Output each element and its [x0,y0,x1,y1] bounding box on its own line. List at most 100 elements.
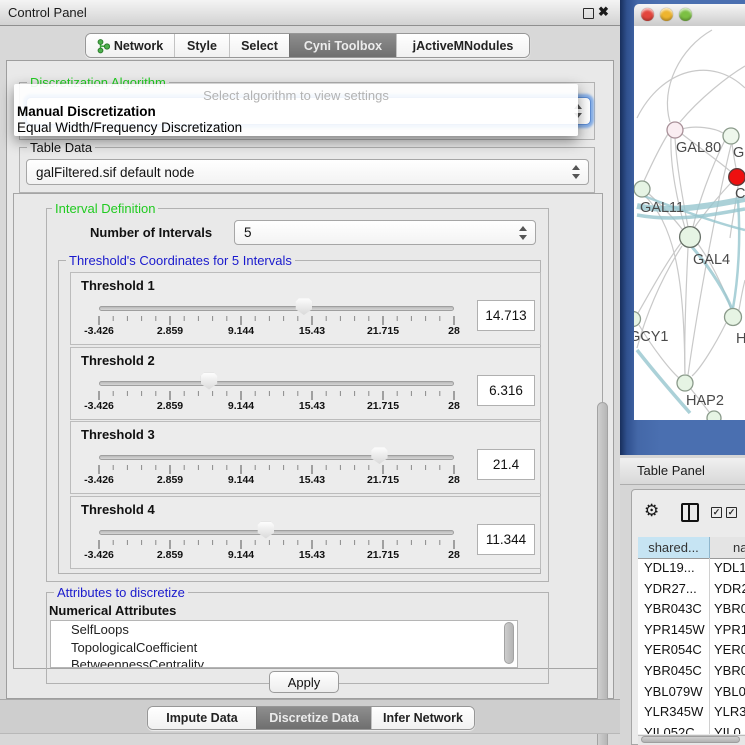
table-row[interactable]: YDR27...YDR2 [638,579,745,600]
cyni-toolbox-panel: Discretization Algorithm Table Data galF… [6,60,614,699]
table-data-combo[interactable]: galFiltered.sif default node [26,159,589,185]
threshold-label: Threshold 2 [81,353,155,368]
network-edge [692,323,726,376]
tab-jactivemnodules[interactable]: jActiveMNodules [396,34,529,57]
table-header-row: shared... na [638,537,745,559]
network-node[interactable] [677,375,693,391]
table-row[interactable]: YPR145WYPR1 [638,620,745,641]
network-edge [733,200,739,308]
tab-infer-network[interactable]: Infer Network [371,707,474,729]
network-node[interactable] [707,411,721,425]
tab-label: Cyni Toolbox [304,39,382,53]
combo-stepper-icon [518,226,528,240]
network-edge [680,66,745,122]
table-cell-shared-name: YPR145W [644,622,705,637]
threshold-value-field[interactable]: 21.4 [477,449,535,480]
network-node[interactable] [725,309,742,326]
float-window-icon[interactable] [583,8,594,19]
slider-scale-label: 21.715 [348,325,418,337]
table-row[interactable]: YBL079WYBL0 [638,682,745,703]
network-edge [645,196,685,374]
settings-panel-scrollbar[interactable] [597,402,608,745]
list-item[interactable]: TopologicalCoefficient [51,639,517,657]
table-cell-name: YER0 [714,642,745,657]
tab-cyni-toolbox[interactable]: Cyni Toolbox [289,34,396,57]
slider-thumb[interactable] [295,298,312,315]
table-cell-shared-name: YBR045C [644,663,702,678]
network-node-label: GAL11 [640,200,684,216]
tab-network[interactable]: Network [86,34,174,57]
slider-track[interactable] [99,381,454,386]
close-icon[interactable]: ✖ [598,4,609,20]
node-table: shared... na YDL19...YDL1YDR27...YDR2YBR… [638,537,745,734]
table-cell-name: YBL0 [714,684,745,699]
table-row[interactable]: YBR045CYBR0 [638,661,745,682]
tab-impute-data[interactable]: Impute Data [148,707,256,729]
slider-scale-label: 15.43 [277,474,347,486]
network-node-label: G [733,145,744,161]
table-hscrollbar-thumb[interactable] [641,736,740,743]
split-pane-icon[interactable] [681,503,699,522]
attributes-list-scrollbar[interactable] [504,622,514,664]
network-node[interactable] [667,122,683,138]
bottom-tab-bar: Impute Data Discretize DataInfer Network [147,706,475,730]
tab-style[interactable]: Style [174,34,229,57]
slider-track[interactable] [99,455,454,460]
tab-select[interactable]: Select [229,34,289,57]
table-cell-name: YLR3 [714,704,745,719]
slider-thumb[interactable] [371,447,388,464]
network-node[interactable] [626,312,641,327]
slider-scale-label: 2.859 [135,325,205,337]
tab-label: Style [187,39,217,53]
network-node[interactable] [634,181,650,197]
tab-label: Impute Data [166,711,238,725]
network-edge [739,280,745,310]
network-node[interactable] [729,169,745,186]
slider-track[interactable] [99,530,454,535]
slider-scale-label: 2.859 [135,400,205,412]
checked-box-icon[interactable]: ✓ [726,507,737,518]
slider-track[interactable] [99,306,454,311]
table-row[interactable]: YER054C YER0 [638,640,745,661]
apply-button[interactable]: Apply [269,671,339,693]
number-of-intervals-value: 5 [244,225,252,240]
slider-scale-label: 21.715 [348,474,418,486]
slider-scale-label: 15.43 [277,400,347,412]
control-panel-window: Control Panel ✖ NetworkStyleSelectCyni T… [0,0,620,745]
slider-scale-label: 9.144 [206,325,276,337]
algorithm-option-manual-discretization[interactable]: Manual Discretization [17,104,156,119]
list-item[interactable]: SelfLoops [51,621,517,639]
table-panel-title: Table Panel [637,463,705,478]
gear-icon[interactable]: ⚙ [644,501,659,521]
slider-thumb[interactable] [257,522,274,539]
slider-thumb[interactable] [201,373,218,390]
threshold-value-field[interactable]: 11.344 [477,524,535,555]
table-row[interactable]: YLR345WYLR3 [638,702,745,723]
top-tab-bar: Network Style Select Cyni Toolbox jActiveMNo… [85,33,530,58]
slider-scale-label: -3.426 [64,325,134,337]
network-node[interactable] [723,128,739,144]
number-of-intervals-combo[interactable]: 5 [234,220,536,245]
algorithm-option-equal-width-frequency[interactable]: Equal Width/Frequency Discretization [17,120,242,135]
column-header-shared-name[interactable]: shared... [638,537,710,558]
network-node[interactable] [680,227,701,248]
algorithm-popup: Select algorithm to view settings Manual… [14,84,578,136]
number-of-intervals-label: Number of Intervals [90,225,212,240]
tab-discretize-data[interactable]: Discretize Data [256,707,371,729]
slider-scale-label: 15.43 [277,549,347,561]
settings-scroll-panel: Interval Definition Number of Intervals … [13,193,603,669]
slider-scale-label: 9.144 [206,474,276,486]
table-data-group-title: Table Data [27,140,95,155]
table-cell-shared-name: YER054C [644,642,702,657]
column-header-name[interactable]: na [733,537,745,558]
checked-box-icon[interactable]: ✓ [711,507,722,518]
list-item[interactable]: BetweennessCentrality [51,656,517,668]
threshold-value-field[interactable]: 14.713 [477,300,535,331]
table-row[interactable]: YIL052CYIL0 [638,723,745,734]
slider-scale-label: -3.426 [64,474,134,486]
table-row[interactable]: YBR043CYBR0 [638,599,745,620]
table-row[interactable]: YDL19...YDL1 [638,558,745,579]
tab-label: Select [241,39,278,53]
slider-scale-label: 21.715 [348,549,418,561]
threshold-value-field[interactable]: 6.316 [477,375,535,406]
